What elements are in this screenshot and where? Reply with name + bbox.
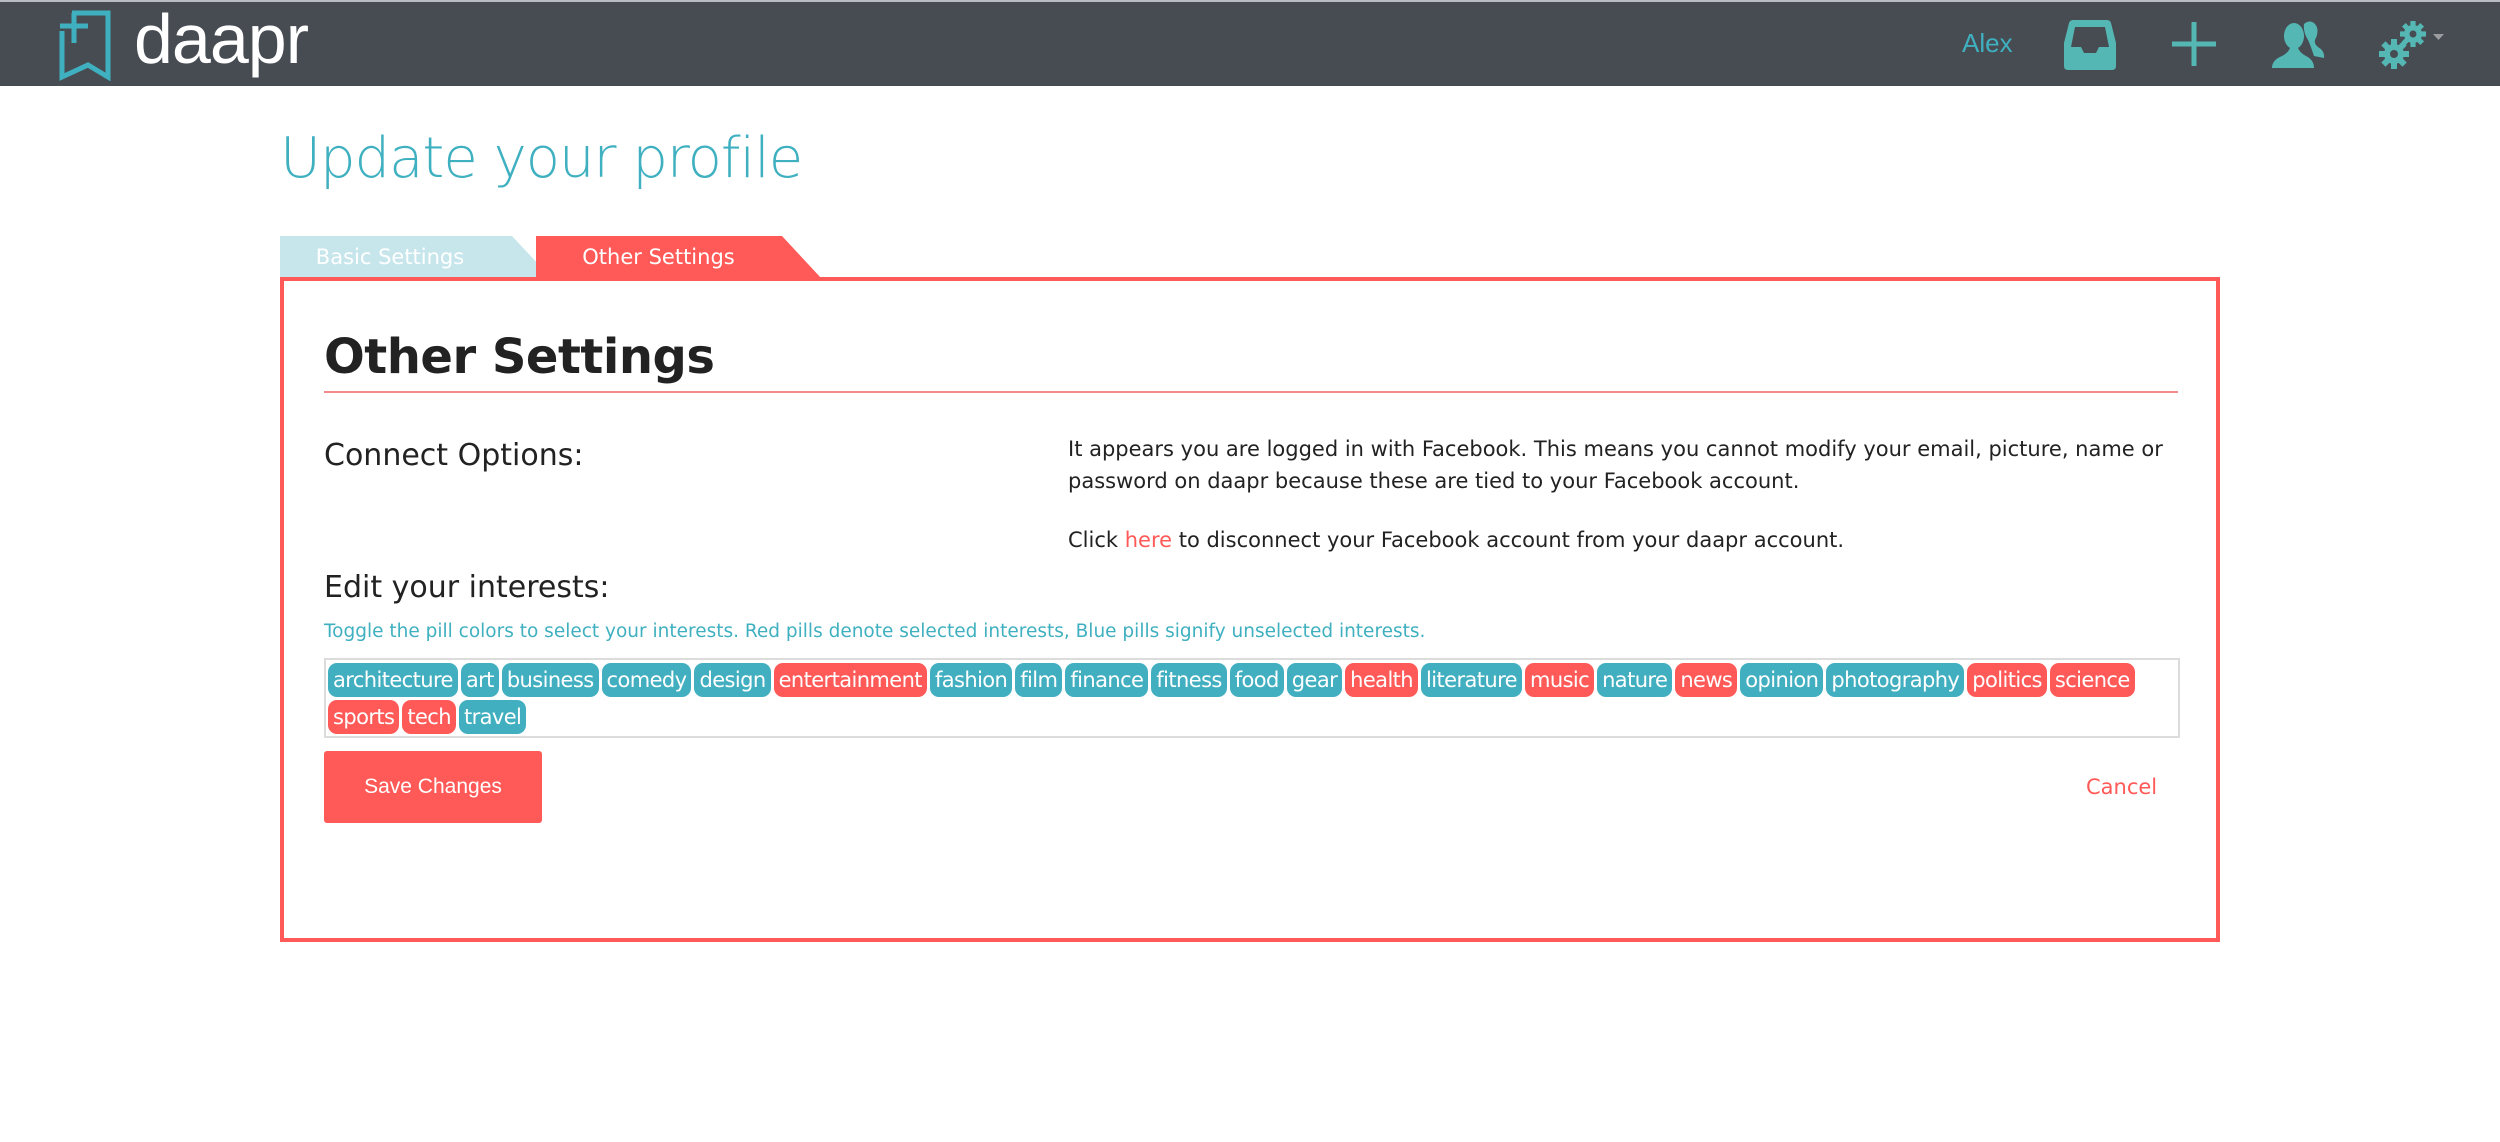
interest-pill-design[interactable]: design: [694, 663, 771, 697]
interest-pill-gear[interactable]: gear: [1286, 663, 1343, 697]
other-settings-panel: Other Settings Connect Options: It appea…: [280, 277, 2220, 942]
interest-pill-opinion[interactable]: opinion: [1740, 663, 1824, 697]
tab-label: Other Settings: [582, 245, 735, 269]
panel-title: Other Settings: [324, 329, 715, 385]
save-changes-button[interactable]: Save Changes: [324, 751, 542, 823]
interest-pill-film[interactable]: film: [1015, 663, 1063, 697]
gears-icon: [2379, 21, 2444, 69]
interest-pill-fashion[interactable]: fashion: [929, 663, 1013, 697]
interest-pill-art[interactable]: art: [460, 663, 499, 697]
interest-pill-business[interactable]: business: [501, 663, 599, 697]
users-icon: [2272, 21, 2325, 68]
interest-pill-finance[interactable]: finance: [1065, 663, 1149, 697]
inbox-button[interactable]: [2063, 17, 2117, 71]
cancel-link[interactable]: Cancel: [2086, 775, 2157, 799]
interests-label: Edit your interests:: [324, 570, 610, 605]
interest-pill-nature[interactable]: nature: [1597, 663, 1673, 697]
caret-down-icon: [2433, 34, 2444, 40]
interest-pill-health[interactable]: health: [1345, 663, 1419, 697]
disconnect-suffix: to disconnect your Facebook account from…: [1172, 528, 1845, 552]
tab-label: Basic Settings: [315, 245, 465, 269]
friends-button[interactable]: [2270, 20, 2326, 70]
add-post-button[interactable]: [2172, 22, 2216, 66]
bookmark-plus-icon: [59, 10, 111, 81]
title-divider: [324, 391, 2178, 393]
interest-pill-food[interactable]: food: [1229, 663, 1284, 697]
tab-other-settings[interactable]: Other Settings: [536, 236, 821, 278]
interest-pill-literature[interactable]: literature: [1421, 663, 1522, 697]
brand-name: daapr: [134, 0, 309, 78]
user-name-link[interactable]: Alex: [1962, 28, 2013, 59]
interest-pill-politics[interactable]: politics: [1967, 663, 2047, 697]
page-title: Update your profile: [280, 126, 803, 191]
interest-pill-entertainment[interactable]: entertainment: [773, 663, 927, 697]
interest-pill-music[interactable]: music: [1525, 663, 1595, 697]
disconnect-facebook-link[interactable]: here: [1125, 528, 1172, 552]
disconnect-message: Click here to disconnect your Facebook a…: [1068, 524, 2188, 556]
facebook-login-message: It appears you are logged in with Facebo…: [1068, 437, 2163, 493]
settings-dropdown-button[interactable]: [2378, 20, 2450, 70]
interest-pill-architecture[interactable]: architecture: [328, 663, 458, 697]
interest-pill-comedy[interactable]: comedy: [601, 663, 692, 697]
interest-pill-fitness[interactable]: fitness: [1151, 663, 1227, 697]
interest-pill-news[interactable]: news: [1675, 663, 1738, 697]
interest-pill-science[interactable]: science: [2049, 663, 2135, 697]
top-navbar: daapr Alex: [0, 0, 2500, 86]
connect-options-label: Connect Options:: [324, 438, 584, 473]
disconnect-prefix: Click: [1068, 528, 1125, 552]
interest-pill-travel[interactable]: travel: [458, 700, 527, 734]
plus-icon: [2172, 22, 2216, 66]
inbox-icon: [2064, 20, 2116, 70]
connect-options-text: It appears you are logged in with Facebo…: [1068, 433, 2188, 556]
interest-pill-tech[interactable]: tech: [402, 700, 456, 734]
interest-pill-sports[interactable]: sports: [328, 700, 400, 734]
interests-help-text: Toggle the pill colors to select your in…: [324, 621, 1426, 642]
interest-pill-photography[interactable]: photography: [1826, 663, 1965, 697]
interest-pills-container: architecture art business comedy design enter…: [324, 658, 2180, 738]
tab-basic-settings[interactable]: Basic Settings: [280, 236, 540, 278]
brand-logo-link[interactable]: daapr: [56, 0, 309, 84]
